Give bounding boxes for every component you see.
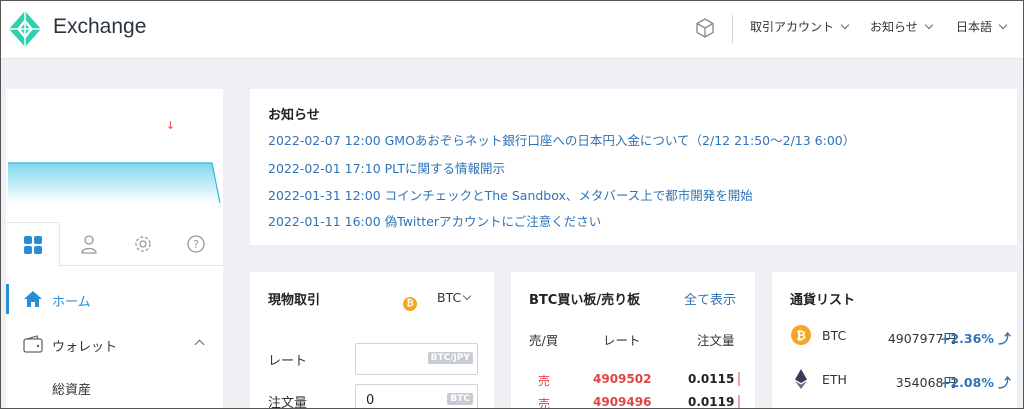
- ethereum-icon: [795, 369, 807, 389]
- qty-unit: BTC: [447, 393, 473, 405]
- nav-wallet-label: ウォレット: [52, 340, 118, 355]
- row-qty: 0.0115: [688, 372, 735, 386]
- nav-total-assets-label: 総資産: [52, 382, 92, 398]
- col-rate: レート: [603, 333, 641, 348]
- tab-dashboard[interactable]: [6, 222, 60, 267]
- cube-icon[interactable]: [694, 17, 716, 39]
- col-side: 売/買: [529, 333, 559, 348]
- nav-wallet[interactable]: ウォレット: [6, 325, 223, 363]
- nav-home[interactable]: ホーム: [6, 280, 223, 318]
- currency-row-btc[interactable]: ₿ BTC 4907977円 +2.36% ⤴: [790, 324, 1020, 352]
- grid-icon: [23, 236, 42, 254]
- active-indicator: [6, 284, 9, 314]
- top-header: Exchange 取引アカウント お知らせ 日本語: [1, 1, 1023, 59]
- row-qty: 0.0119: [688, 395, 735, 409]
- svg-text:?: ?: [193, 238, 199, 251]
- row-side: 売: [538, 374, 551, 388]
- header-separator: [732, 15, 733, 43]
- tab-help[interactable]: ?: [169, 222, 223, 266]
- spot-title: 現物取引: [268, 293, 321, 308]
- chevron-down-icon: [998, 20, 1008, 29]
- qty-input[interactable]: 0 BTC: [355, 384, 478, 408]
- news-item[interactable]: 2022-01-31 12:00 コインチェックとThe Sandbox、メタバ…: [268, 185, 753, 204]
- tab-settings[interactable]: [116, 222, 170, 266]
- row-rate: 4909496: [593, 395, 652, 409]
- trend-up-icon: ⤴: [998, 331, 1011, 346]
- qty-label: 注文量: [268, 396, 308, 409]
- news-item[interactable]: 2022-02-07 12:00 GMOあおぞらネット銀行口座への日本円入金につ…: [268, 130, 855, 149]
- rate-label: レート: [268, 354, 308, 369]
- home-icon: [24, 291, 42, 307]
- user-icon: [81, 235, 97, 254]
- rate-input[interactable]: BTC/JPY: [355, 343, 478, 375]
- currency-list-card: 通貨リスト ₿ BTC 4907977円 +2.36% ⤴ ETH 354068…: [772, 272, 1020, 408]
- exchange-logo[interactable]: [7, 9, 43, 49]
- spot-trading-card: 現物取引 ₿ BTC レート BTC/JPY 注文量 0 BTC: [250, 272, 494, 409]
- gear-icon: [135, 236, 151, 252]
- orderbook-card: BTC買い板/売り板 全て表示 売/買 レート 注文量 売 4909502 0.…: [511, 272, 755, 409]
- chevron-down-icon: [840, 20, 850, 29]
- app-window: Exchange 取引アカウント お知らせ 日本語 ↓ ? ホーム ウォレット …: [0, 0, 1024, 409]
- svg-text:₿: ₿: [796, 329, 806, 343]
- notifications-menu[interactable]: お知らせ: [870, 18, 934, 35]
- app-title: Exchange: [53, 15, 147, 38]
- currency-row-eth[interactable]: ETH 354068円 +2.08% ⤴: [790, 368, 1020, 396]
- change-value: +2.36% ⤴: [940, 331, 1011, 346]
- bitcoin-icon: ₿: [403, 291, 417, 311]
- row-rate: 4909502: [593, 372, 652, 386]
- wallet-icon: [23, 335, 43, 353]
- row-side: 売: [538, 397, 551, 409]
- trading-account-menu[interactable]: 取引アカウント: [750, 18, 850, 35]
- chevron-up-icon: [194, 339, 205, 350]
- qty-bar: [738, 395, 740, 408]
- language-menu[interactable]: 日本語: [956, 18, 1008, 35]
- nav-total-assets[interactable]: 総資産: [52, 369, 202, 407]
- news-title: お知らせ: [268, 108, 320, 123]
- rate-unit: BTC/JPY: [427, 352, 473, 364]
- currency-list-title: 通貨リスト: [790, 293, 856, 308]
- news-card: お知らせ 2022-02-07 12:00 GMOあおぞらネット銀行口座への日本…: [250, 89, 1017, 245]
- bitcoin-icon: ₿: [791, 325, 811, 345]
- help-icon: ?: [187, 235, 205, 253]
- change-value: +2.08% ⤴: [940, 375, 1011, 390]
- chevron-down-icon: [924, 20, 934, 29]
- col-qty: 注文量: [697, 333, 735, 348]
- down-indicator: ↓: [166, 119, 176, 132]
- trend-up-icon: ⤴: [998, 375, 1011, 390]
- sidebar: ↓ ? ホーム ウォレット 総資産: [6, 89, 223, 408]
- chevron-down-icon: [462, 291, 472, 300]
- show-all-link[interactable]: 全て表示: [684, 289, 736, 308]
- sidebar-tabs: ?: [6, 222, 223, 267]
- news-item[interactable]: 2022-02-01 17:10 PLTに関する情報開示: [268, 158, 505, 177]
- asset-mini-chart: [8, 162, 221, 204]
- orderbook-title: BTC買い板/売り板: [529, 293, 641, 308]
- tab-account[interactable]: [62, 222, 116, 266]
- nav-home-label: ホーム: [52, 295, 91, 310]
- news-item[interactable]: 2022-01-11 16:00 偽Twitterアカウントにご注意ください: [268, 211, 601, 230]
- coin-selector[interactable]: BTC: [437, 290, 472, 305]
- qty-bar: [738, 372, 740, 386]
